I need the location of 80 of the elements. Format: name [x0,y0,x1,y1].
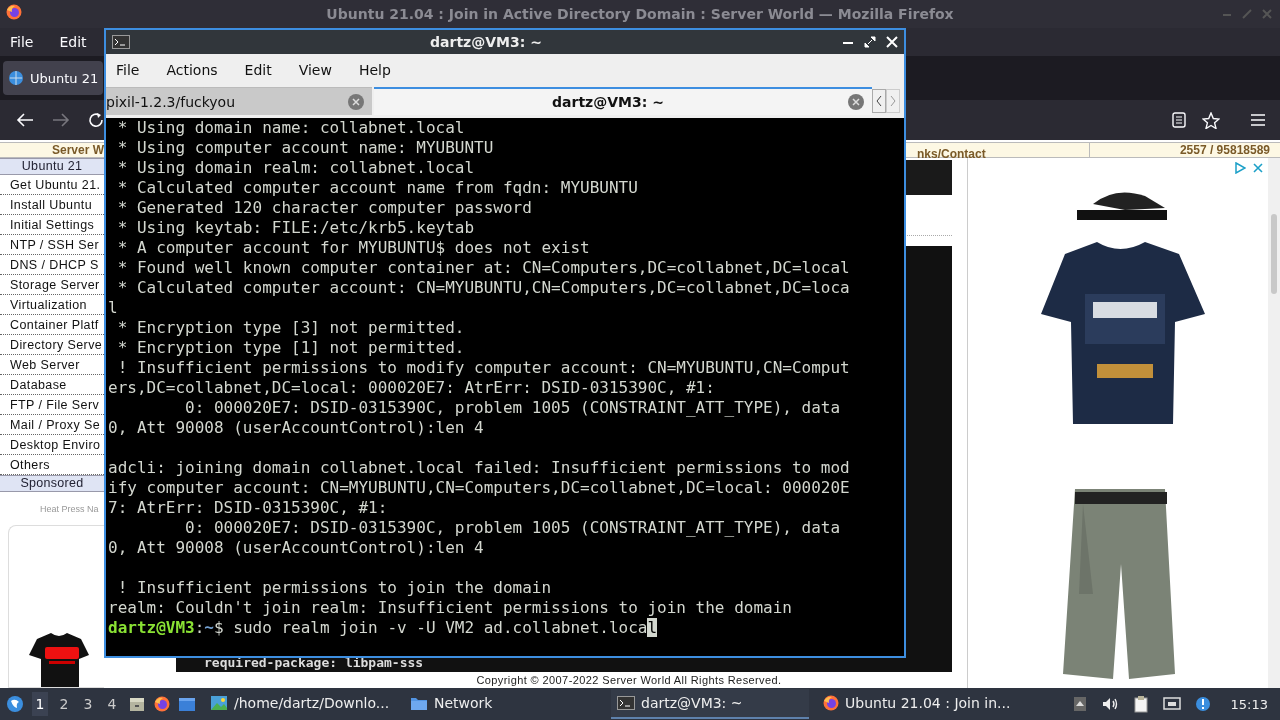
browser-tab[interactable]: Ubuntu 21 [3,61,103,95]
terminal-line: ers,DC=collabnet,DC=local: 000020E7: AtrErr: DSID-0315390C, #1: [108,378,716,398]
window-title: Ubuntu 21.04 : Join in Active Directory Domain : Server World — Mozilla Firefox [325,6,955,22]
terminal-tab[interactable]: pixil-1.2.3/fuckyou [106,87,372,115]
terminal-line: * Using computer account name: MYUBUNTU [116,138,495,158]
taskbar-button[interactable]: dartz@VM3: ~ [611,689,809,719]
visit-counter: 2557 / 95818589 [1179,143,1270,157]
terminal-line: 0, Att 90008 (userAccountControl):len 4 [108,418,485,438]
command-text: $ sudo realm join -v -U VM2 ad.collabnet.local [214,618,658,638]
menu-item[interactable]: Edit [244,62,272,78]
sidebar-heading: Sponsored [0,475,104,492]
start-menu-icon[interactable] [6,695,24,713]
menu-item[interactable]: Edit [59,34,87,50]
menu-icon[interactable] [1250,113,1266,127]
workspace-button[interactable]: 1 [32,692,48,716]
workspace-button[interactable]: 3 [80,692,96,716]
reader-icon[interactable] [1172,112,1186,128]
terminal-line: ! Insufficient permissions to modify computer account: CN=MYUBUNTU,CN=Comput [116,358,851,378]
terminal-line: 0: 000020E7: DSID-0315390C, problem 1005 (CONSTRAINT_ATT_TYPE), data [184,398,842,418]
back-icon[interactable] [16,112,34,128]
menu-item[interactable]: View [298,62,332,78]
menu-item[interactable]: Help [358,62,391,78]
terminal-line: * A computer account for MYUBUNTU$ does not exist [116,238,591,258]
workspace-button[interactable]: 2 [56,692,72,716]
terminal-line: * Calculated computer account name from fqdn: MYUBUNTU [116,178,639,198]
clipboard-icon[interactable] [1132,695,1149,713]
network-icon[interactable] [1162,696,1181,712]
terminal-line: * Calculated computer account: CN=MYUBUNTU,CN=Computers,DC=collabnet,DC=loca [116,278,851,298]
terminal-line: ify computer account: CN=MYUBUNTU,CN=Computers,DC=collabnet,DC=local: 000020E [108,478,851,498]
terminal-icon [617,696,635,710]
reload-icon[interactable] [88,112,104,128]
menu-item[interactable]: File [116,62,140,78]
globe-icon [8,70,24,86]
star-icon[interactable] [1202,111,1220,129]
forward-icon[interactable] [52,112,70,128]
copyright-text: Copyright © 2007-2022 Server World All Rights Reserved. [476,673,782,688]
terminal-line: adcli: joining domain collabnet.local failed: Insufficient permissions to mod [108,458,851,478]
terminal-icon [112,35,130,49]
nav-link[interactable]: nks/Contact [917,147,986,161]
taskbar-button[interactable]: /home/dartz/Downlo... [206,689,396,719]
scroll-left-icon[interactable] [872,89,886,113]
terminal-line: ! Insufficient permissions to join the domain [116,578,553,598]
prompt-user: dartz@VM3 [108,618,195,638]
terminal-line: realm: Couldn't join realm: Insufficient permissions to join the domain [108,598,793,618]
clock: 15:13 [1230,696,1268,712]
menu-item[interactable]: Actions [166,62,218,78]
prompt-separator: : [194,618,205,638]
site-title: Server W [51,143,104,157]
ad-card[interactable] [8,525,104,688]
terminal-line: * Using domain realm: collabnet.local [116,158,476,178]
menu-item[interactable]: File [10,34,34,50]
file-drawer-icon[interactable] [128,695,146,713]
terminal-line: 0: 000020E7: DSID-0315390C, problem 1005 (CONSTRAINT_ATT_TYPE), data [184,518,842,538]
code-text: required-package: libpam-sss [204,655,424,670]
window-icon[interactable] [178,696,196,712]
terminal-line: * Found well known computer container at: CN=Computers,DC=collabnet,DC=local [116,258,851,278]
terminal-tab[interactable]: dartz@VM3: ~ [374,87,872,115]
play-icon[interactable] [1234,162,1246,174]
taskbar-button[interactable]: Network [406,689,601,719]
image-icon [210,695,228,711]
sidebar-heading: Ubuntu 21 [0,158,104,175]
workspace-button[interactable]: 4 [104,692,120,716]
firefox-icon [6,4,22,20]
folder-icon [410,695,428,711]
firefox-icon[interactable] [154,696,170,712]
terminal-line: * Encryption type [3] not permitted. [116,318,466,338]
terminal-line: * Generated 120 character computer password [116,198,533,218]
firefox-icon [823,695,839,711]
scrollbar-thumb[interactable] [1271,214,1277,294]
terminal-line: * Using domain name: collabnet.local [116,118,466,138]
notification-icon[interactable] [1194,696,1211,712]
taskbar-button[interactable]: Ubuntu 21.04 : Join in... [819,689,1019,719]
terminal-line: 0, Att 90008 (userAccountControl):len 4 [108,538,485,558]
prompt-path: ~ [204,618,214,638]
volume-icon[interactable] [1100,696,1119,712]
window-title: dartz@VM3: ~ [429,34,543,50]
terminal-line: l [108,298,119,318]
terminal-line: 7: AtrErr: DSID-0315390C, #1: [108,498,389,518]
terminal-line: * Using keytab: FILE:/etc/krb5.keytab [116,218,476,238]
terminal-line: * Encryption type [1] not permitted. [116,338,466,358]
